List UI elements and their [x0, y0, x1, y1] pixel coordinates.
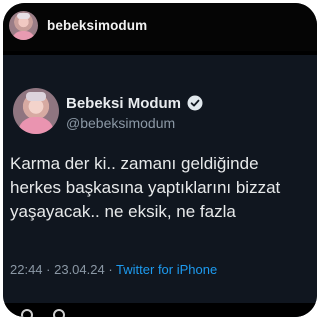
instagram-post-card: bebeksimodum Bebeksi Modum @bebeksimodum…: [3, 3, 317, 317]
tweet-avatar[interactable]: [13, 88, 59, 134]
tweet-text: Karma der ki.. zamanı geldiğinde herkes …: [10, 152, 310, 224]
meta-separator: ·: [42, 262, 55, 277]
instagram-post-header: bebeksimodum: [3, 3, 317, 51]
tweet-handle[interactable]: @bebeksimodum: [66, 115, 175, 131]
tweet-avatar-dress: [18, 117, 54, 134]
avatar-dress: [12, 31, 35, 40]
comment-icon[interactable]: [53, 309, 65, 317]
profile-avatar[interactable]: [9, 11, 38, 40]
avatar-bow: [17, 13, 30, 19]
verified-badge-icon: [187, 95, 203, 111]
tweet-card: Bebeksi Modum @bebeksimodum Karma der ki…: [3, 55, 317, 317]
tweet-display-name[interactable]: Bebeksi Modum: [66, 95, 181, 112]
instagram-action-bar: [3, 303, 317, 317]
tweet-meta: 22:44 · 23.04.24 · Twitter for iPhone: [10, 262, 217, 277]
tweet-date: 23.04.24: [54, 262, 105, 277]
tweet-source-link[interactable]: Twitter for iPhone: [116, 262, 217, 277]
tweet-time: 22:44: [10, 262, 43, 277]
tweet-text-line: herkes başkasına yaptıklarını bizzat: [10, 178, 281, 197]
tweet-text-line: yaşayacak.. ne eksik, ne fazla: [10, 202, 236, 221]
screenshot-frame: bebeksimodum Bebeksi Modum @bebeksimodum…: [0, 0, 320, 320]
meta-separator: ·: [104, 262, 117, 277]
tweet-avatar-bow: [26, 92, 46, 101]
like-icon[interactable]: [21, 309, 33, 317]
tweet-text-line: Karma der ki.. zamanı geldiğinde: [10, 154, 259, 173]
instagram-username[interactable]: bebeksimodum: [47, 18, 147, 33]
